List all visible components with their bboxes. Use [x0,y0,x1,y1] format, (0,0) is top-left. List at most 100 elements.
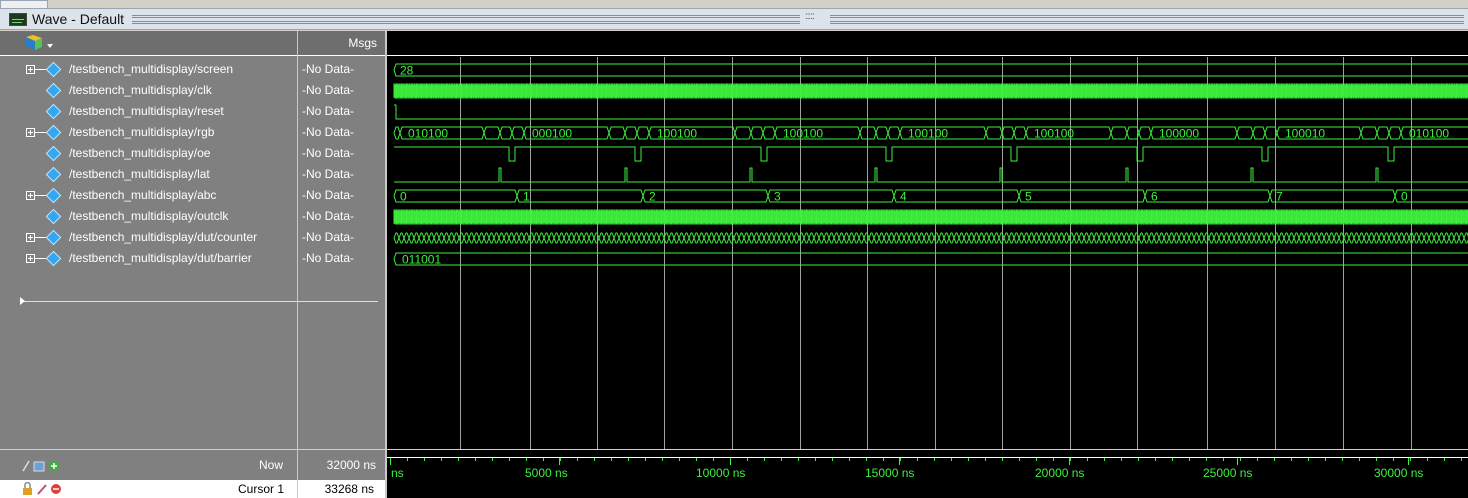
signal-value: -No Data- [302,146,355,160]
abc-bus-label: 1 [523,190,530,204]
waveform-canvas[interactable]: 28010100 000100 100100 100100 100100 100100 10… [387,31,1468,449]
reset-wave [394,104,1468,120]
wave-window-icon [9,13,27,26]
signal-name: /testbench_multidisplay/clk [69,83,212,97]
signal-value: -No Data- [302,251,355,265]
abc-bus-label: 3 [774,190,781,204]
signal-value-row[interactable]: -No Data- [298,249,385,270]
rgb-bus-label: 100100 [908,127,948,141]
abc-bus-label: 7 [1276,190,1283,204]
signal-name: /testbench_multidisplay/dut/barrier [69,251,252,265]
signal-row[interactable]: /testbench_multidisplay/rgb [0,123,297,144]
drag-grip-left[interactable] [132,15,800,24]
signal-value-row[interactable]: -No Data- [298,165,385,186]
rgb-bus-label: 100100 [657,127,697,141]
now-label: Now [258,458,283,472]
rgb-bus-label: 100100 [783,127,823,141]
timeline-tick-label: 5000 ns [525,466,568,480]
title-bar[interactable]: Wave - Default ::::: [0,8,1468,30]
signal-row[interactable]: /testbench_multidisplay/outclk [0,207,297,228]
signal-value-row[interactable]: -No Data- [298,102,385,123]
signal-value: -No Data- [302,125,355,139]
cursor-names-pane: Now Cursor 1 [0,450,297,498]
signal-name: /testbench_multidisplay/lat [69,167,210,181]
cursor-value: 33268 ns [324,482,374,496]
signal-name: /testbench_multidisplay/screen [69,62,234,76]
rgb-bus-label: 010100 [408,127,448,141]
drag-handle[interactable]: ::::: [805,11,815,22]
signal-value-row[interactable]: -No Data- [298,186,385,207]
signal-row[interactable]: /testbench_multidisplay/oe [0,144,297,165]
signal-name: /testbench_multidisplay/reset [69,104,224,118]
timeline-pane[interactable]: ns 5000 ns 10000 ns 15000 ns 20000 ns 25000 … [387,450,1468,498]
expand-icon[interactable] [26,191,35,200]
signal-value: -No Data- [302,209,355,223]
timeline-tick-label: 30000 ns [1374,466,1424,480]
abc-bus-label: 0 [400,190,407,204]
signal-row[interactable]: /testbench_multidisplay/lat [0,165,297,186]
abc-bus-label: 4 [900,190,907,204]
signal-row[interactable]: /testbench_multidisplay/clk [0,81,297,102]
rgb-bus-label: 100100 [1034,127,1074,141]
abc-bus-label: 5 [1025,190,1032,204]
signal-value: -No Data- [302,167,355,181]
abc-bus [393,189,1468,203]
signal-name: /testbench_multidisplay/outclk [69,209,229,223]
waveform-pane[interactable]: 28 010100 000100 100100 100100 100100 100100 10… [387,31,1468,449]
insertion-marker-icon [20,297,25,305]
signal-icon [45,187,62,204]
expand-icon[interactable] [26,65,35,74]
signal-icon [45,103,62,120]
signal-value-row[interactable]: -No Data- [298,123,385,144]
signal-row[interactable]: /testbench_multidisplay/dut/barrier [0,249,297,270]
signal-name: /testbench_multidisplay/oe [69,146,211,160]
expand-icon[interactable] [26,128,35,137]
cursor-tools-icon[interactable] [22,459,64,473]
signal-icon [45,229,62,246]
signal-row[interactable]: /testbench_multidisplay/abc [0,186,297,207]
signal-value-row[interactable]: -No Data- [298,228,385,249]
signal-row[interactable]: /testbench_multidisplay/dut/counter [0,228,297,249]
timeline-tick-label: 25000 ns [1203,466,1253,480]
names-header [0,31,297,56]
cursor-lock-icon[interactable] [22,482,70,496]
outclk-wave-fill [394,211,1468,223]
signal-value-row[interactable]: -No Data- [298,81,385,102]
wave-window: Wave - Default ::::: /testbench_multidis… [0,0,1468,498]
signal-add-icon[interactable] [22,35,56,53]
expand-icon[interactable] [26,254,35,263]
cursor-value-box[interactable]: 33268 ns [298,480,385,498]
signal-value: -No Data- [302,83,355,97]
signal-value-row[interactable]: -No Data- [298,207,385,228]
abc-bus-label: 0 [1401,190,1408,204]
cursor-label: Cursor 1 [237,482,284,496]
signal-icon [45,208,62,225]
cursor-row[interactable]: Cursor 1 [0,480,297,498]
timeline-tick-label: 20000 ns [1035,466,1085,480]
rgb-bus-label: 000100 [532,127,572,141]
clk-wave-fill [394,85,1468,97]
signal-row[interactable]: /testbench_multidisplay/reset [0,102,297,123]
counter-bus [393,232,1468,244]
expand-icon[interactable] [26,233,35,242]
signal-value-row[interactable]: -No Data- [298,144,385,165]
barrier-bus [393,252,1468,266]
rgb-bus-label: 100010 [1285,127,1325,141]
screen-bus-label: 28 [400,64,414,78]
pane-divider-1[interactable] [297,31,298,498]
signal-value: -No Data- [302,104,355,118]
window-title: Wave - Default [32,11,125,27]
signal-icon [45,124,62,141]
timeline-tick-label: 15000 ns [865,466,915,480]
barrier-bus-label: 011001 [402,253,441,267]
signal-name: /testbench_multidisplay/dut/counter [69,230,258,244]
abc-bus-label: 2 [649,190,656,204]
timeline-unit: ns [391,466,404,480]
signal-name: /testbench_multidisplay/rgb [69,125,215,139]
drag-grip-right[interactable] [830,15,1464,24]
cursor-timeline-bar[interactable] [387,480,1468,498]
oe-wave [394,146,1468,162]
signal-row[interactable]: /testbench_multidisplay/screen [0,60,297,81]
screen-bus [393,63,1468,77]
signal-value-row[interactable]: -No Data- [298,60,385,81]
